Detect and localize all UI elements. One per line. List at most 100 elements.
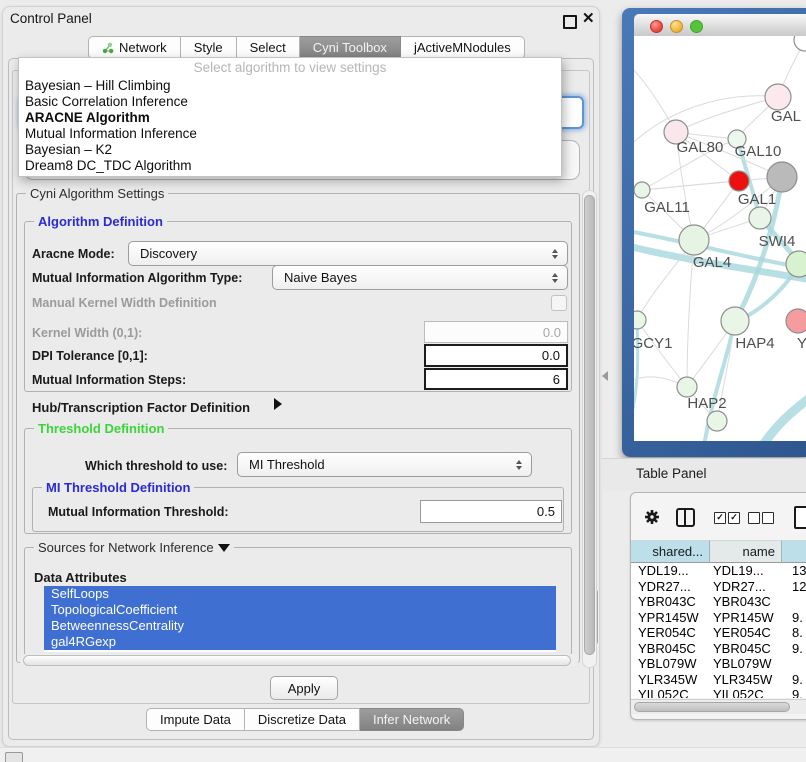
checked-checkbox-icon[interactable]: ✓ <box>714 512 726 524</box>
settings-horizontal-scrollbar[interactable] <box>20 654 578 667</box>
table-cell: 9. <box>782 641 806 657</box>
scrollbar-thumb[interactable] <box>23 655 571 666</box>
table-row[interactable]: YDR27...YDR27...12 <box>631 579 806 595</box>
network-canvas[interactable]: GALGAL80GAL10GAL11GAL1GAL4SWI4GCY1HAP4YH… <box>634 36 806 441</box>
network-icon <box>102 42 114 54</box>
aracne-mode-label: Aracne Mode: <box>32 247 115 261</box>
mi-steps-field[interactable]: 6 <box>424 368 568 390</box>
data-attributes-list[interactable]: SelfLoopsTopologicalCoefficientBetweenne… <box>44 586 556 652</box>
algorithm-option[interactable]: Bayesian – K2 <box>19 142 561 158</box>
scrollbar-thumb[interactable] <box>584 195 595 655</box>
table-row[interactable]: YBR045CYBR045C9. <box>631 641 806 657</box>
table-cell: YPR145W <box>710 610 782 626</box>
network-node-y[interactable] <box>786 309 806 333</box>
field-value: 6 <box>553 372 560 387</box>
apply-label: Apply <box>288 681 321 696</box>
tab-select[interactable]: Select <box>237 36 300 59</box>
tab-label: jActiveMNodules <box>414 40 511 55</box>
tab-cyni-toolbox[interactable]: Cyni Toolbox <box>300 36 401 59</box>
unchecked-checkbox-icon[interactable] <box>748 512 760 524</box>
corner-button[interactable] <box>5 752 23 762</box>
table-cell: YLR345W <box>631 672 710 688</box>
tab-infer-network[interactable]: Infer Network <box>360 708 464 731</box>
network-node-gal4[interactable] <box>679 225 709 255</box>
mi-threshold-field[interactable]: 0.5 <box>420 500 562 523</box>
table-cell: 8. <box>782 625 806 641</box>
close-window-icon[interactable] <box>650 20 663 33</box>
app-screenshot: Control Panel ✕ Network Style Select Cyn… <box>0 0 806 762</box>
gear-icon[interactable] <box>644 509 660 525</box>
network-node[interactable] <box>767 162 797 192</box>
attribute-item-selected[interactable]: TopologicalCoefficient <box>44 602 556 618</box>
table-cell: YIL052C <box>631 687 710 698</box>
table-row[interactable]: YBR043CYBR043C <box>631 594 806 610</box>
aracne-mode-combo[interactable]: Discovery <box>128 241 568 266</box>
control-panel-tabbar: Network Style Select Cyni Toolbox jActiv… <box>88 36 525 59</box>
network-node-gal[interactable] <box>765 84 791 110</box>
algorithm-option[interactable]: Basic Correlation Inference <box>19 94 561 110</box>
tab-network[interactable]: Network <box>88 36 181 59</box>
tab-style[interactable]: Style <box>181 36 237 59</box>
float-window-icon[interactable] <box>563 15 577 29</box>
kernel-width-field[interactable]: 0.0 <box>424 321 568 343</box>
network-node-gal1[interactable] <box>749 207 771 229</box>
expand-arrow-icon[interactable] <box>274 398 282 410</box>
dpi-tolerance-field[interactable]: 0.0 <box>424 344 568 367</box>
table-row[interactable]: YIL052CYIL052C9. <box>631 687 806 698</box>
network-node[interactable] <box>729 171 749 191</box>
column-header-partial[interactable] <box>782 540 806 563</box>
network-node[interactable] <box>794 36 806 51</box>
settings-vertical-scrollbar[interactable] <box>582 190 597 668</box>
table-body: YDL19...YDL19...13YDR27...YDR27...12YBR0… <box>631 563 806 698</box>
algorithm-option[interactable]: ARACNE Algorithm <box>19 110 561 126</box>
column-layout-icon[interactable] <box>676 508 695 527</box>
minimize-window-icon[interactable] <box>670 20 683 33</box>
table-cell: YDL19... <box>631 563 710 579</box>
table-row[interactable]: YDL19...YDL19...13 <box>631 563 806 579</box>
table-row[interactable]: YPR145WYPR145W9. <box>631 610 806 626</box>
table-horizontal-scrollbar[interactable] <box>631 699 806 714</box>
dpi-tolerance-label: DPI Tolerance [0,1]: <box>32 349 148 363</box>
table-cell: YER054C <box>631 625 710 641</box>
which-threshold-combo[interactable]: MI Threshold <box>237 452 532 477</box>
network-node[interactable] <box>707 411 727 431</box>
algorithm-option[interactable]: Dream8 DC_TDC Algorithm <box>19 158 561 174</box>
tab-discretize-data[interactable]: Discretize Data <box>245 708 360 731</box>
attribute-item-selected[interactable]: BetweennessCentrality <box>44 618 556 634</box>
mi-threshold-label: Mutual Information Threshold: <box>48 505 229 519</box>
table-row[interactable]: YLR345WYLR345W9. <box>631 672 806 688</box>
zoom-window-icon[interactable] <box>690 20 703 33</box>
column-header-shared-name[interactable]: shared... <box>631 540 710 563</box>
bottom-strip <box>0 747 806 762</box>
network-node-swi4[interactable] <box>786 251 806 277</box>
attribute-item-selected[interactable]: gal4RGexp <box>44 634 556 650</box>
file-icon[interactable] <box>794 506 806 529</box>
splitter-collapse-icon[interactable] <box>602 371 608 381</box>
attribute-item-selected[interactable]: SelfLoops <box>44 586 556 602</box>
table-row[interactable]: YER054CYER054C8. <box>631 625 806 641</box>
collapse-triangle-icon[interactable] <box>218 544 230 552</box>
close-panel-icon[interactable]: ✕ <box>582 9 595 27</box>
network-window-titlebar[interactable] <box>634 14 806 37</box>
tab-label: Infer Network <box>373 712 450 727</box>
table-row[interactable]: YBL079WYBL079W <box>631 656 806 672</box>
checked-checkbox-icon[interactable]: ✓ <box>728 512 740 524</box>
table-cell: YBR045C <box>631 641 710 657</box>
column-header-name[interactable]: name <box>710 540 782 563</box>
field-value: 0.0 <box>542 348 560 363</box>
apply-button[interactable]: Apply <box>270 676 338 700</box>
network-node-hap4[interactable] <box>721 307 749 335</box>
table-cell: YBR043C <box>710 594 782 610</box>
mi-type-combo[interactable]: Naive Bayes <box>272 265 568 290</box>
network-node-gcy1[interactable] <box>634 311 646 329</box>
network-node-hap2[interactable] <box>677 377 697 397</box>
algorithm-option[interactable]: Mutual Information Inference <box>19 126 561 142</box>
algorithm-option[interactable]: Bayesian – Hill Climbing <box>19 78 561 94</box>
tab-impute-data[interactable]: Impute Data <box>146 708 245 731</box>
unchecked-checkbox-icon[interactable] <box>762 512 774 524</box>
network-node-gal11[interactable] <box>634 182 650 198</box>
scrollbar-thumb[interactable] <box>634 702 790 712</box>
manual-kernel-checkbox[interactable] <box>551 295 567 311</box>
hub-definition-label[interactable]: Hub/Transcription Factor Definition <box>32 400 250 415</box>
tab-jactivemnodules[interactable]: jActiveMNodules <box>401 36 525 59</box>
